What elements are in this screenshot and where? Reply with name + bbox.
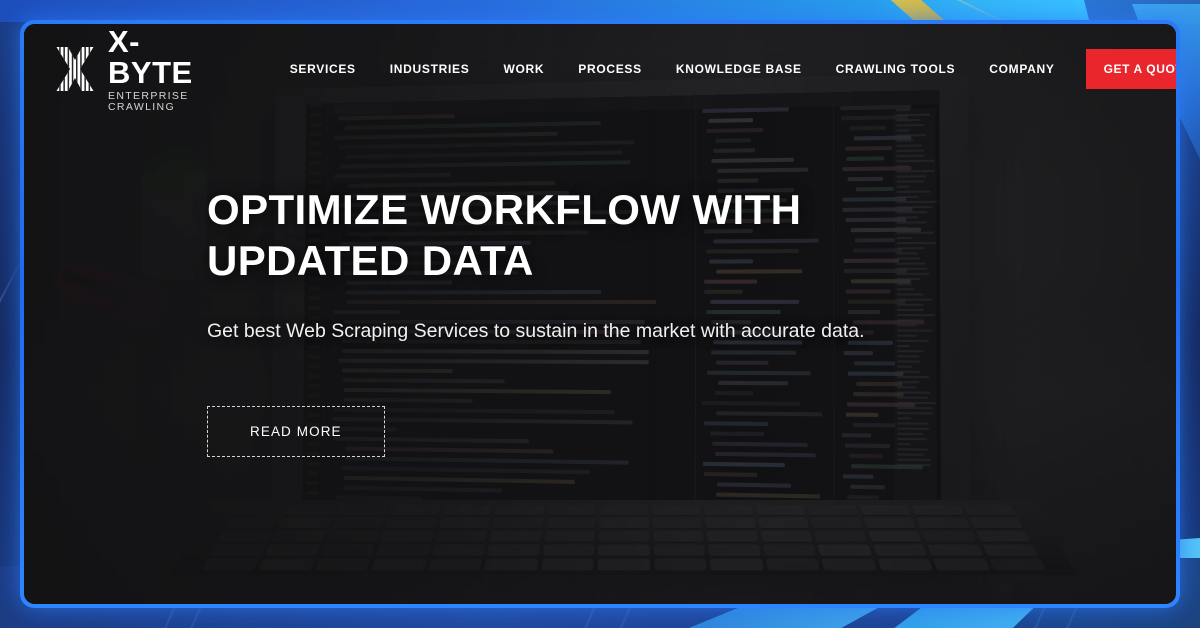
hero-frame: X-BYTE ENTERPRISE CRAWLING SERVICES INDUS…: [20, 20, 1180, 608]
nav-item-work[interactable]: WORK: [486, 54, 561, 84]
read-more-button[interactable]: READ MORE: [207, 406, 385, 457]
nav-item-industries[interactable]: INDUSTRIES: [373, 54, 487, 84]
nav-item-company[interactable]: COMPANY: [972, 54, 1071, 84]
nav-item-process[interactable]: PROCESS: [561, 54, 659, 84]
hero-section: X-BYTE ENTERPRISE CRAWLING SERVICES INDUS…: [24, 24, 1176, 604]
brand-logo[interactable]: X-BYTE ENTERPRISE CRAWLING: [56, 26, 193, 112]
nav-item-knowledge-base[interactable]: KNOWLEDGE BASE: [659, 54, 819, 84]
brand-name: X-BYTE: [108, 26, 193, 88]
site-header: X-BYTE ENTERPRISE CRAWLING SERVICES INDUS…: [24, 24, 1176, 114]
nav-item-crawling-tools[interactable]: CRAWLING TOOLS: [819, 54, 973, 84]
page-background: X-BYTE ENTERPRISE CRAWLING SERVICES INDUS…: [0, 0, 1200, 628]
x-byte-logo-mark-icon: [56, 47, 94, 91]
brand-tagline: ENTERPRISE CRAWLING: [108, 91, 193, 112]
hero-content: OPTIMIZE WORKFLOW WITH UPDATED DATA Get …: [207, 184, 865, 457]
nav-item-services[interactable]: SERVICES: [273, 54, 373, 84]
main-navigation: SERVICES INDUSTRIES WORK PROCESS KNOWLEDGE B…: [273, 49, 1176, 89]
brand-text: X-BYTE ENTERPRISE CRAWLING: [108, 26, 193, 112]
cyan-band-top: [0, 0, 1200, 22]
hero-headline: OPTIMIZE WORKFLOW WITH UPDATED DATA: [207, 184, 827, 286]
hero-subheadline: Get best Web Scraping Services to sustai…: [207, 316, 865, 347]
get-a-quote-button[interactable]: GET A QUOTE: [1086, 49, 1176, 89]
